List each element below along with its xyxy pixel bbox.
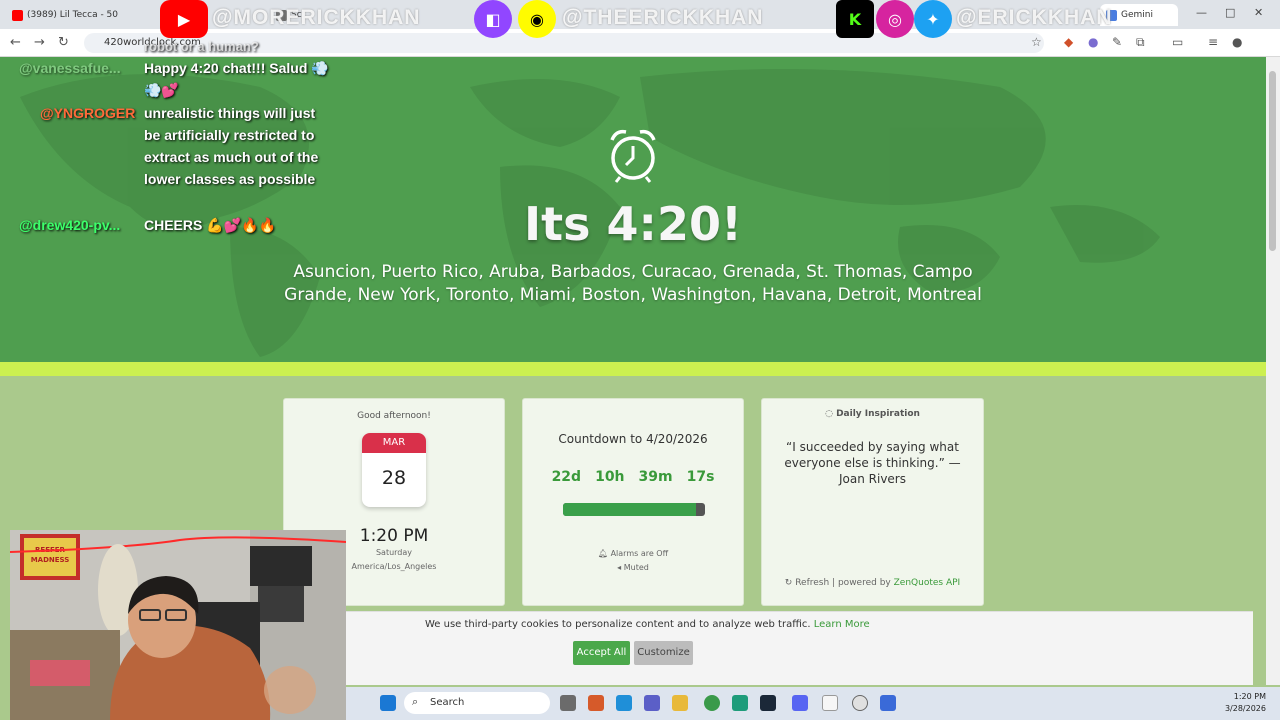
mute-status-text: Muted [623, 563, 649, 572]
quote-text: “I succeeded by saying what everyone els… [784, 440, 961, 486]
bell-icon: 🔔︎ [597, 549, 611, 558]
twitch-logo-icon: ◧ [474, 0, 512, 38]
taskbar-date: 3/28/2026 [1224, 704, 1266, 713]
greeting-text: Good afternoon! [357, 411, 431, 421]
calendar-month: MAR [362, 433, 426, 453]
instagram-logo-icon: ◎ [876, 0, 914, 38]
learn-more-link[interactable]: Learn More [814, 619, 870, 630]
countdown-hours: 10h [595, 469, 625, 485]
refresh-link[interactable]: Refresh [795, 578, 829, 588]
close-button[interactable]: ✕ [1254, 6, 1263, 19]
countdown-days: 22d [551, 469, 582, 485]
chat-username: @YNGROGER [40, 105, 136, 121]
svg-text:MADNESS: MADNESS [31, 556, 70, 564]
minimize-button[interactable]: — [1196, 6, 1207, 19]
cookie-message: We use third-party cookies to personaliz… [425, 619, 870, 630]
youtube-logo-icon: ▶ [160, 0, 208, 38]
puzzle-icon[interactable]: ⧉ [1136, 35, 1145, 50]
tab-label: Gemini [1121, 10, 1153, 20]
cast-icon[interactable]: ▭ [1172, 35, 1183, 49]
windows-taskbar: ⌕ Search 1:20 PM 3/28/2026 [346, 687, 1280, 720]
countdown-seconds: 17s [686, 469, 715, 485]
edge-icon[interactable] [616, 695, 632, 711]
search-label: Search [430, 697, 465, 708]
metamask-icon[interactable]: ◆ [1064, 35, 1073, 49]
chat-message-partial: robot or a human? [144, 39, 259, 54]
discord-icon[interactable] [792, 695, 808, 711]
calendar-day: 28 [381, 467, 407, 489]
speech-bubble-icon: ◌ [825, 409, 837, 419]
taskbar-search[interactable]: ⌕ Search [404, 692, 550, 714]
copilot-icon[interactable] [588, 695, 604, 711]
chat-username: @vanessafue... [19, 60, 121, 76]
scrollbar-thumb[interactable] [1269, 71, 1276, 251]
countdown-card: Countdown to 4/20/2026 22d 10h 39m 17s 🔔… [522, 398, 744, 606]
extension-icon[interactable]: ✎ [1112, 35, 1122, 49]
teams-icon[interactable] [644, 695, 660, 711]
inspiration-header: ◌ Daily Inspiration [762, 409, 983, 419]
notepad-icon[interactable] [822, 695, 838, 711]
clock-app-icon[interactable] [852, 695, 868, 711]
app-icon[interactable] [732, 695, 748, 711]
overlay-handle: @THEERICKKHAN [562, 6, 764, 29]
divider-bar [0, 362, 1266, 376]
search-icon: ⌕ [412, 695, 419, 708]
powered-by-text: | powered by [832, 578, 891, 588]
hero-cities: Asuncion, Puerto Rico, Aruba, Barbados, … [284, 262, 982, 305]
youtube-icon [12, 9, 23, 21]
twitter-logo-icon: ✦ [914, 0, 952, 38]
inspiration-card: ◌ Daily Inspiration “I succeeded by sayi… [761, 398, 984, 606]
alarm-status[interactable]: 🔔︎ Alarms are Off [523, 549, 743, 558]
tab-label: (3989) Lil Tecca - 50 [27, 10, 119, 20]
countdown-minutes: 39m [638, 469, 673, 485]
refresh-icon[interactable]: ↻ [785, 578, 795, 588]
windows-start-icon[interactable] [380, 695, 396, 711]
kick-logo-icon: K [836, 0, 874, 38]
cookie-banner: We use third-party cookies to personaliz… [346, 611, 1253, 685]
inspiration-title: Daily Inspiration [836, 409, 920, 419]
obs-icon[interactable] [880, 695, 896, 711]
maximize-button[interactable]: □ [1225, 6, 1235, 19]
mute-status[interactable]: ◂ Muted [523, 563, 743, 572]
accept-all-button[interactable]: Accept All [573, 641, 630, 665]
back-button[interactable]: ← [10, 35, 21, 50]
countdown-progress-bar [563, 503, 705, 516]
customize-button[interactable]: Customize [634, 641, 693, 665]
taskbar-clock[interactable]: 1:20 PM 3/28/2026 [1225, 691, 1266, 715]
chrome-icon[interactable] [704, 695, 720, 711]
cookie-text: We use third-party cookies to personaliz… [425, 619, 811, 630]
overlay-handle: @MORERICKKHAN [212, 6, 421, 29]
extension-icon[interactable]: ● [1088, 35, 1098, 49]
task-view-icon[interactable] [560, 695, 576, 711]
page-scrollbar[interactable] [1266, 57, 1280, 685]
steam-icon[interactable] [760, 695, 776, 711]
snapchat-logo-icon: ◉ [518, 0, 556, 38]
bookmark-star-icon[interactable]: ☆ [1031, 35, 1042, 49]
chat-username: @drew420-pv... [19, 217, 121, 233]
reload-button[interactable]: ↻ [58, 35, 69, 50]
webcam-overlay: REEFER MADNESS [10, 530, 346, 720]
countdown-title: Countdown to 4/20/2026 [558, 432, 708, 446]
chat-message: unrealistic things will just be artifici… [144, 105, 319, 187]
browser-tab[interactable]: (3989) Lil Tecca - 50 [6, 4, 140, 26]
profile-icon[interactable]: ● [1232, 35, 1242, 49]
overlay-handle: @ERICKKHAN [956, 6, 1113, 29]
taskbar-time: 1:20 PM [1233, 692, 1266, 701]
alarm-status-text: Alarms are Off [610, 549, 669, 558]
progress-fill [563, 503, 697, 516]
chat-message: CHEERS 💪💕🔥🔥 [144, 217, 276, 233]
countdown-values: 22d 10h 39m 17s [523, 469, 743, 485]
calendar-widget: MAR 28 [362, 433, 426, 507]
chat-message: Happy 4:20 chat!!! Salud 💨💨💕 [144, 60, 329, 98]
zenquotes-link[interactable]: ZenQuotes API [894, 578, 961, 588]
inspiration-footer: ↻ Refresh | powered by ZenQuotes API [762, 578, 983, 588]
streamer-webcam-feed: REEFER MADNESS [10, 530, 346, 720]
forward-button[interactable]: → [34, 35, 45, 50]
alarm-clock-icon [610, 129, 656, 183]
file-explorer-icon[interactable] [672, 695, 688, 711]
menu-icon[interactable]: ≡ [1208, 35, 1218, 49]
